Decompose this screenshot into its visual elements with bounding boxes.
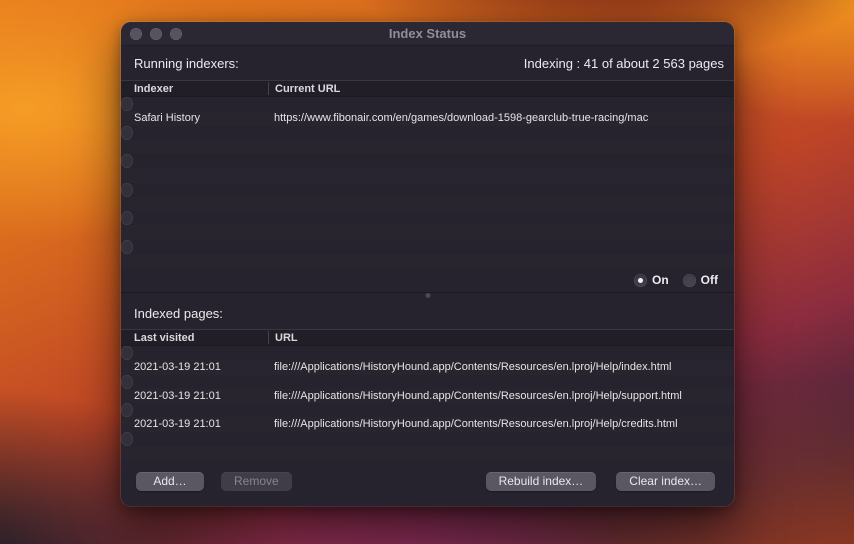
radio-off[interactable]: Off (683, 273, 718, 287)
table-row[interactable]: Safari Historyhttps://drive.google.com/d… (121, 126, 133, 140)
title-bar[interactable]: Index Status (121, 22, 734, 46)
empty-row (121, 446, 734, 460)
radio-on-label: On (652, 273, 669, 287)
empty-row (121, 168, 734, 182)
indexed-pages-table: 2021-03-19 21:01file:///Applications/His… (121, 346, 734, 460)
table-row[interactable]: 2021-03-19 21:01file:///Applications/His… (121, 389, 734, 403)
indexed-pages-label: Indexed pages: (134, 306, 223, 321)
table-row[interactable]: 2021-03-19 21:01file:///Applications/His… (121, 375, 133, 389)
table-row[interactable]: 2021-03-19 21:01file:///Applications/His… (121, 360, 734, 374)
table-row[interactable]: 2021-03-19 21:01file:///Applications/His… (121, 346, 133, 360)
window-title: Index Status (121, 26, 734, 41)
table-cell: 2021-03-19 21:01 (121, 361, 268, 373)
empty-row (121, 154, 133, 168)
empty-row (121, 140, 734, 154)
column-header-last-visited[interactable]: Last visited (121, 332, 268, 344)
table-cell: 2021-03-19 21:01 (121, 376, 133, 388)
footer-left-buttons: Add… Remove (136, 472, 292, 491)
column-header-indexer[interactable]: Indexer (121, 83, 268, 95)
table-row[interactable]: Safari Historyhttps://macdownload.inform… (121, 97, 133, 111)
indexing-status: Indexing : 41 of about 2 563 pages (524, 56, 724, 71)
empty-row (121, 183, 133, 197)
radio-on[interactable]: On (634, 273, 669, 287)
table-row[interactable]: 2022-09-08 22:44https://accounts.raveos.… (121, 432, 133, 446)
table-cell: Safari History (121, 127, 133, 139)
running-indexers-label: Running indexers: (134, 56, 239, 71)
indexed-pages-header: Indexed pages: (121, 297, 734, 329)
index-status-window: Index Status Running indexers: Indexing … (121, 22, 734, 506)
split-divider-handle[interactable] (121, 292, 734, 297)
running-table-header: Indexer Current URL (121, 80, 734, 97)
table-cell: file:///Applications/HistoryHound.app/Co… (268, 418, 734, 430)
desktop-wallpaper: { "window": { "title": "Index Status" },… (0, 0, 854, 544)
traffic-lights (121, 28, 182, 40)
table-cell: file:///Applications/HistoryHound.app/Co… (268, 390, 734, 402)
table-cell: 2021-03-19 21:01 (121, 390, 268, 402)
table-cell: https://www.fibonair.com/en/games/downlo… (268, 112, 734, 124)
table-row[interactable]: Safari Historyhttps://www.fibonair.com/e… (121, 111, 734, 125)
running-indexers-table: Safari Historyhttps://macdownload.inform… (121, 97, 734, 268)
add-button[interactable]: Add… (136, 472, 204, 491)
column-header-current-url[interactable]: Current URL (268, 82, 734, 95)
table-row[interactable]: 2021-03-19 21:01file:///Applications/His… (121, 403, 133, 417)
empty-row (121, 211, 133, 225)
radio-off-icon (683, 274, 696, 287)
indexing-toggle-row: On Off (121, 268, 734, 292)
clear-index-button[interactable]: Clear index… (616, 472, 715, 491)
rebuild-index-button[interactable]: Rebuild index… (486, 472, 597, 491)
footer-right-buttons: Rebuild index… Clear index… (486, 472, 715, 491)
table-cell: 2021-03-19 21:01 (121, 404, 133, 416)
radio-off-label: Off (701, 273, 718, 287)
empty-row (121, 240, 133, 254)
minimize-button[interactable] (150, 28, 162, 40)
table-cell: file:///Applications/HistoryHound.app/Co… (268, 361, 734, 373)
table-cell: 2021-03-19 21:01 (121, 418, 268, 430)
close-button[interactable] (130, 28, 142, 40)
table-row[interactable]: 2021-03-19 21:01file:///Applications/His… (121, 417, 734, 431)
table-cell: Safari History (121, 112, 268, 124)
indexed-table-header: Last visited URL (121, 329, 734, 346)
remove-button: Remove (221, 472, 292, 491)
running-indexers-header: Running indexers: Indexing : 41 of about… (121, 46, 734, 80)
empty-row (121, 254, 734, 268)
radio-on-icon (634, 274, 647, 287)
table-cell: Safari History (121, 98, 133, 110)
zoom-button[interactable] (170, 28, 182, 40)
empty-row (121, 197, 734, 211)
footer-toolbar: Add… Remove Rebuild index… Clear index… (121, 460, 734, 506)
table-cell: 2022-09-08 22:44 (121, 433, 133, 445)
empty-row (121, 225, 734, 239)
table-cell: 2021-03-19 21:01 (121, 347, 133, 359)
column-header-url[interactable]: URL (268, 331, 734, 344)
